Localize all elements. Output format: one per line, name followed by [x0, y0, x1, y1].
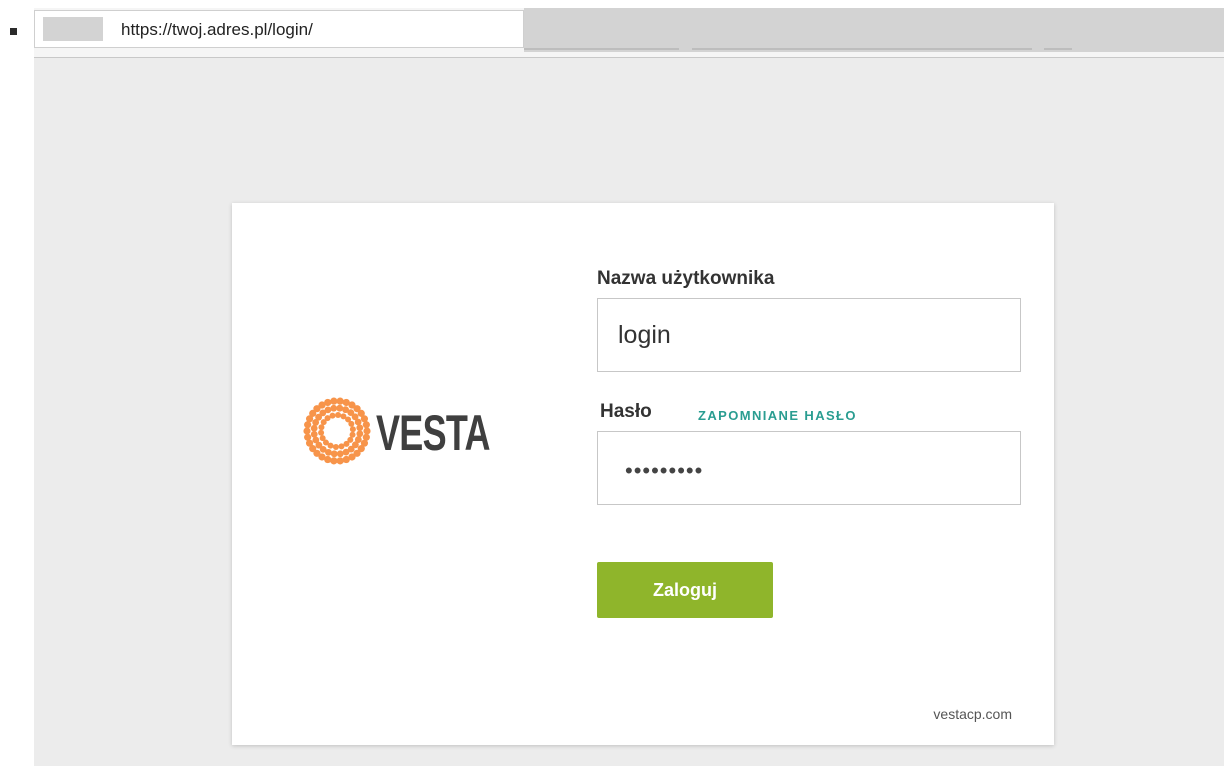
screen: https://twoj.adres.pl/login/ VESTA Nazwa…: [0, 0, 1224, 766]
logo-dot: [324, 398, 332, 407]
password-value: •••••••••: [625, 458, 704, 483]
logo-dot: [324, 406, 332, 414]
url-text[interactable]: https://twoj.adres.pl/login/: [121, 20, 313, 40]
logo-dot: [336, 404, 344, 412]
logo-dot: [348, 420, 355, 427]
tab-underline: [524, 48, 679, 50]
logo-dot: [303, 427, 311, 435]
logo-dot: [356, 430, 364, 438]
logo-dot: [304, 433, 312, 441]
tab-underline: [692, 48, 1032, 50]
logo-dot: [330, 457, 338, 465]
logo-text: VESTA: [376, 405, 490, 461]
logo-dot: [329, 412, 336, 419]
logo-dot: [319, 435, 326, 442]
password-label: Hasło: [600, 401, 652, 422]
logo-dot: [312, 436, 320, 444]
tab-underline: [1044, 48, 1072, 50]
logo-dot: [354, 418, 362, 426]
logo-dot: [349, 426, 356, 433]
forgot-password-link[interactable]: ZAPOMNIANE HASŁO: [698, 408, 857, 423]
logo-dot: [332, 443, 339, 450]
logo-dot: [330, 397, 338, 405]
logo-dot: [336, 450, 344, 458]
logo-dot: [342, 448, 350, 456]
logo-dot: [330, 450, 338, 458]
logo-dot: [335, 412, 342, 419]
logo-dot: [336, 457, 344, 465]
vestacp-link[interactable]: vestacp.com: [933, 706, 1012, 722]
site-favicon-icon: [43, 17, 103, 41]
password-field[interactable]: •••••••••: [597, 431, 1021, 505]
vesta-logo: VESTA: [302, 396, 512, 466]
page-content: VESTA Nazwa użytkownika login Hasło ZAPO…: [34, 58, 1224, 766]
login-card: VESTA Nazwa użytkownika login Hasło ZAPO…: [232, 203, 1054, 745]
logo-dot: [336, 397, 344, 405]
logo-dot: [338, 443, 345, 450]
logo-dot: [310, 424, 318, 432]
tab-bar: [524, 8, 1224, 52]
address-bar[interactable]: https://twoj.adres.pl/login/: [34, 10, 524, 48]
logo-dot: [330, 404, 338, 412]
logo-dot: [310, 430, 318, 438]
login-button[interactable]: Zaloguj: [597, 562, 773, 618]
username-value: login: [618, 321, 671, 349]
logo-dot: [363, 427, 371, 435]
bullet-marker: [10, 28, 17, 35]
top-strip: [0, 0, 1224, 8]
logo-dot: [342, 455, 350, 464]
logo-dot: [356, 424, 364, 432]
username-field[interactable]: login: [597, 298, 1021, 372]
username-label: Nazwa użytkownika: [597, 268, 775, 289]
logo-dot: [318, 429, 325, 436]
vesta-ring-icon: [303, 397, 371, 465]
logo-dot: [362, 421, 370, 429]
browser-toolbar: https://twoj.adres.pl/login/: [34, 8, 1224, 58]
